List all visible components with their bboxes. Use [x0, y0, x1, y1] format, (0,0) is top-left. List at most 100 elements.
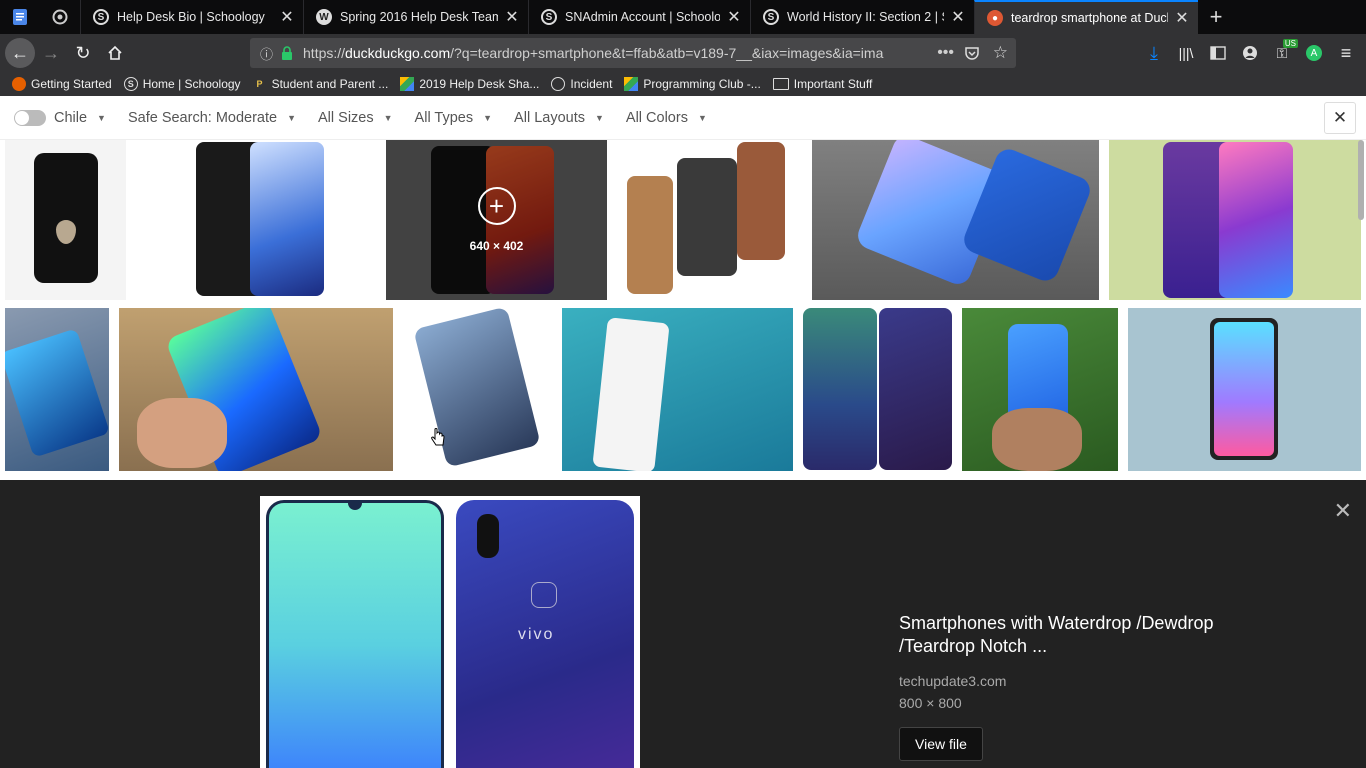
schoology-icon: S	[93, 9, 109, 25]
image-result[interactable]	[136, 140, 376, 300]
image-result[interactable]	[617, 140, 802, 300]
pinned-tab-other[interactable]	[40, 0, 80, 34]
close-tab-icon[interactable]: ✕	[950, 7, 966, 27]
close-tab-icon[interactable]: ✕	[279, 7, 295, 27]
image-result[interactable]	[812, 140, 1099, 300]
tab-bar: S Help Desk Bio | Schoology ✕ W Spring 2…	[0, 0, 1366, 34]
view-file-button[interactable]: View file	[899, 727, 983, 761]
image-filter-bar: Chile ▼ Safe Search: Moderate ▼ All Sizes ▼…	[0, 96, 1366, 140]
scrollbar-thumb[interactable]	[1358, 140, 1364, 220]
bookmark-getting-started[interactable]: Getting Started	[12, 77, 112, 91]
account-icon[interactable]	[1234, 37, 1266, 69]
hand-cursor-icon	[431, 428, 445, 446]
phone-image	[803, 308, 877, 470]
extension-vpn-button[interactable]: ⚿ US	[1266, 37, 1298, 69]
detail-source[interactable]: techupdate3.com	[899, 673, 1006, 689]
image-result[interactable]	[5, 140, 126, 300]
tab-duckduckgo[interactable]: ● teardrop smartphone at DuckDu ✕	[974, 0, 1198, 34]
image-result[interactable]	[403, 308, 552, 471]
close-icon: ✕	[1332, 108, 1348, 127]
close-tab-icon[interactable]: ✕	[1174, 8, 1190, 28]
sizes-dropdown[interactable]: All Sizes ▼	[318, 110, 393, 126]
close-detail-button[interactable]: ✕	[1334, 498, 1352, 524]
wordpress-icon: W	[316, 9, 332, 25]
region-dropdown[interactable]: Chile ▼	[54, 110, 106, 126]
sidebar-glyph-icon	[1210, 46, 1226, 60]
detail-title[interactable]: Smartphones with Waterdrop /Dewdrop /Tea…	[899, 612, 1279, 658]
schoology-icon: S	[763, 9, 779, 25]
image-result[interactable]	[1109, 140, 1361, 300]
account-glyph-icon	[1243, 46, 1257, 60]
image-result-hovered[interactable]: + 640 × 402	[386, 140, 607, 300]
arrow-right-icon: →	[42, 42, 60, 63]
schoology-icon: S	[541, 9, 557, 25]
caret-down-icon: ▼	[697, 112, 707, 123]
tab-spring-2016[interactable]: W Spring 2016 Help Desk Team – H ✕	[303, 0, 528, 34]
close-tab-icon[interactable]: ✕	[504, 7, 520, 27]
close-icon: ✕	[1333, 498, 1352, 523]
image-result[interactable]	[5, 308, 109, 471]
pinned-tab-docs[interactable]	[0, 0, 40, 34]
caret-down-icon: ▼	[383, 112, 393, 123]
globe-icon	[551, 77, 566, 91]
phone-image	[677, 158, 737, 276]
sidebar-icon[interactable]	[1202, 37, 1234, 69]
url-bar[interactable]: ⓘ https://duckduckgo.com/?q=teardrop+sma…	[250, 38, 1016, 68]
circle-logo-icon	[52, 9, 68, 25]
phone-front-image	[266, 500, 444, 768]
plus-icon[interactable]: +	[477, 187, 516, 225]
reload-button[interactable]: ↻	[67, 37, 99, 69]
page-actions-icon[interactable]: •••	[937, 44, 954, 62]
bookmark-help-desk-sheet[interactable]: 2019 Help Desk Sha...	[400, 77, 539, 91]
phone-image	[627, 176, 673, 294]
lock-icon	[282, 46, 293, 60]
image-result[interactable]	[803, 308, 952, 471]
image-result[interactable]	[562, 308, 793, 471]
tab-world-history[interactable]: S World History II: Section 2 | Sch ✕	[750, 0, 974, 34]
library-icon[interactable]: |||\	[1170, 37, 1202, 69]
forward-button[interactable]: →	[35, 37, 67, 69]
types-dropdown[interactable]: All Types ▼	[415, 110, 493, 126]
safe-search-dropdown[interactable]: Safe Search: Moderate ▼	[128, 110, 296, 126]
home-button[interactable]	[99, 37, 131, 69]
bookmarks-bar: Getting Started S Home | Schoology P Stude…	[0, 72, 1366, 96]
image-result[interactable]	[1128, 308, 1361, 471]
bookmark-star-icon[interactable]: ☆	[993, 43, 1008, 63]
caret-down-icon: ▼	[287, 112, 297, 123]
image-result[interactable]	[119, 308, 393, 471]
download-icon[interactable]: ⤓	[1138, 37, 1170, 69]
bookmark-folder-important[interactable]: Important Stuff	[772, 77, 872, 91]
menu-hamburger-icon[interactable]: ≡	[1330, 37, 1362, 69]
phone-image	[1219, 142, 1293, 298]
close-filters-button[interactable]: ✕	[1324, 102, 1356, 134]
back-button[interactable]: ←	[5, 38, 35, 68]
tab-snadmin[interactable]: S SNAdmin Account | Schoology ✕	[528, 0, 750, 34]
tab-help-desk-bio[interactable]: S Help Desk Bio | Schoology ✕	[80, 0, 303, 34]
hover-overlay: + 640 × 402	[386, 140, 607, 300]
toolbar-right: ⤓ |||\ ⚿ US A ≡	[1138, 34, 1366, 72]
new-tab-button[interactable]: +	[1198, 4, 1234, 30]
hand-image	[992, 408, 1082, 471]
detail-image[interactable]: vivo	[260, 496, 640, 768]
info-icon[interactable]: ⓘ	[260, 44, 273, 63]
pocket-icon[interactable]	[964, 45, 980, 61]
phone-image	[34, 153, 98, 283]
navigation-bar: ← → ↻ ⓘ https://duckduckgo.com/?q=teardr…	[0, 34, 1366, 72]
bookmark-incident[interactable]: Incident	[551, 77, 612, 91]
camera-module	[477, 514, 499, 558]
phone-image	[5, 328, 109, 458]
bookmark-programming-club[interactable]: Programming Club -...	[624, 77, 761, 91]
colors-dropdown[interactable]: All Colors ▼	[626, 110, 707, 126]
phone-image	[592, 317, 670, 471]
bookmark-home-schoology[interactable]: S Home | Schoology	[123, 77, 241, 91]
vivo-logo: vivo	[518, 626, 555, 643]
profile-avatar[interactable]: A	[1298, 37, 1330, 69]
google-drive-icon	[400, 77, 415, 91]
close-tab-icon[interactable]: ✕	[726, 7, 742, 27]
region-toggle[interactable]	[14, 109, 46, 126]
firefox-icon	[12, 77, 26, 91]
avatar-icon: A	[1306, 45, 1322, 61]
bookmark-student-parent[interactable]: P Student and Parent ...	[253, 77, 389, 91]
layouts-dropdown[interactable]: All Layouts ▼	[514, 110, 604, 126]
image-result[interactable]	[962, 308, 1118, 471]
